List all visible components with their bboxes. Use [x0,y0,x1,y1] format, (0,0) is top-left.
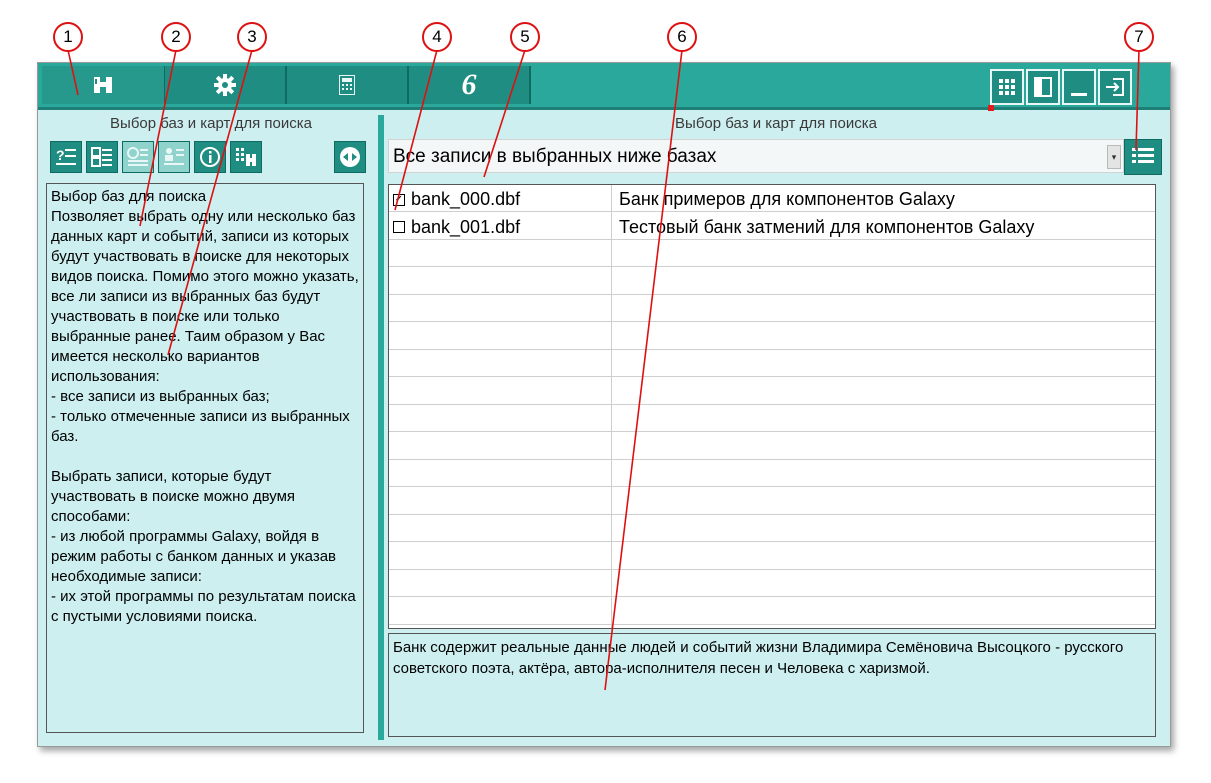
panel-toggle-button[interactable] [1026,69,1060,105]
table-row[interactable] [389,295,1155,322]
table-row[interactable] [389,598,1155,625]
table-row[interactable] [389,460,1155,487]
app-window: 6 Выбор баз и карт для поиска ? Выбор ба… [37,62,1171,747]
table-row[interactable] [389,543,1155,570]
calculator-icon [339,75,355,95]
search-scope-select[interactable]: Все записи в выбранных ниже базах ▾ [388,139,1124,173]
top-toolbar: 6 [38,63,1170,110]
navigator-icon [340,147,360,167]
table-row[interactable] [389,240,1155,267]
table-row[interactable] [389,515,1155,542]
select-bases-button[interactable] [86,141,118,173]
clock-list-icon [127,147,148,166]
card-search-icon [236,148,256,166]
question-list-icon: ? [56,147,76,165]
callout-5: 5 [510,22,540,52]
callout-4: 4 [422,22,452,52]
search-scope-value: Все записи в выбранных ниже базах [393,146,717,167]
people-filter-button[interactable] [158,141,190,173]
tab-galaxy[interactable]: 6 [409,66,531,104]
base-file-name: bank_001.dbf [411,216,521,237]
gear-icon [214,74,236,96]
navigator-button[interactable] [334,141,366,173]
help-button[interactable]: ? [50,141,82,173]
info-button[interactable] [194,141,226,173]
exit-icon [1106,78,1124,96]
grid-icon [999,79,1015,95]
base-description-cell: Банк примеров для компонентов Galaxy [619,189,955,209]
base-description-panel: Банк содержит реальные данные людей и со… [388,633,1156,737]
callout-7: 7 [1124,22,1154,52]
base-file-name: bank_000.dbf [411,189,521,209]
minimize-icon [1071,93,1087,96]
table-row[interactable] [389,378,1155,405]
search-cards-button[interactable] [230,141,262,173]
left-panel-title: Выбор баз и карт для поиска [110,115,312,132]
minimize-button[interactable] [1062,69,1096,105]
grid-view-button[interactable] [990,69,1024,105]
exit-button[interactable] [1098,69,1132,105]
table-row[interactable] [389,268,1155,295]
table-row[interactable] [389,405,1155,432]
callout-2: 2 [161,22,191,52]
base-file-cell: ✓ bank_000.dbf [393,189,520,210]
people-list-icon [164,148,184,165]
table-row[interactable] [389,323,1155,350]
list-icon [1132,148,1154,163]
panel-splitter[interactable] [378,115,384,740]
base-file-cell: bank_001.dbf [393,217,520,238]
help-text-panel: Выбор баз для поиска Позволяет выбрать о… [46,183,364,733]
binoculars-icon [94,77,112,93]
dropdown-arrow-icon[interactable]: ▾ [1107,145,1121,169]
bases-table: ✓ bank_000.dbf Банк примеров для компонент… [388,184,1156,629]
database-list-icon [91,147,112,167]
callout-6: 6 [667,22,697,52]
base-description-cell: Тестовый банк затмений для компонентов G… [619,216,1035,237]
checked-checkbox[interactable]: ✓ [393,193,405,206]
resize-marker [988,105,994,111]
help-paragraph: Выбор баз для поиска Позволяет выбрать о… [51,188,359,445]
tab-calculator[interactable] [287,66,409,104]
table-row[interactable] [389,570,1155,597]
svg-text:?: ? [56,147,65,163]
list-view-button[interactable] [1124,139,1162,175]
tab-search[interactable] [42,66,166,104]
table-row[interactable]: bank_001.dbf Тестовый банк затмений для к… [389,213,1155,240]
callout-3: 3 [237,22,267,52]
table-row[interactable]: ✓ bank_000.dbf Банк примеров для компонент… [389,185,1155,212]
unchecked-checkbox[interactable] [393,221,405,233]
info-icon [200,147,220,167]
help-paragraph: Выбрать записи, которые будут участвоват… [51,468,356,625]
table-row[interactable] [389,350,1155,377]
callout-1: 1 [53,22,83,52]
time-filter-button[interactable] [122,141,154,173]
table-row[interactable] [389,488,1155,515]
table-row[interactable] [389,433,1155,460]
right-panel-title: Выбор баз и карт для поиска [675,115,877,132]
tab-settings[interactable] [165,66,287,104]
galaxy-logo-icon: 6 [461,68,477,101]
panel-icon [1034,77,1052,97]
